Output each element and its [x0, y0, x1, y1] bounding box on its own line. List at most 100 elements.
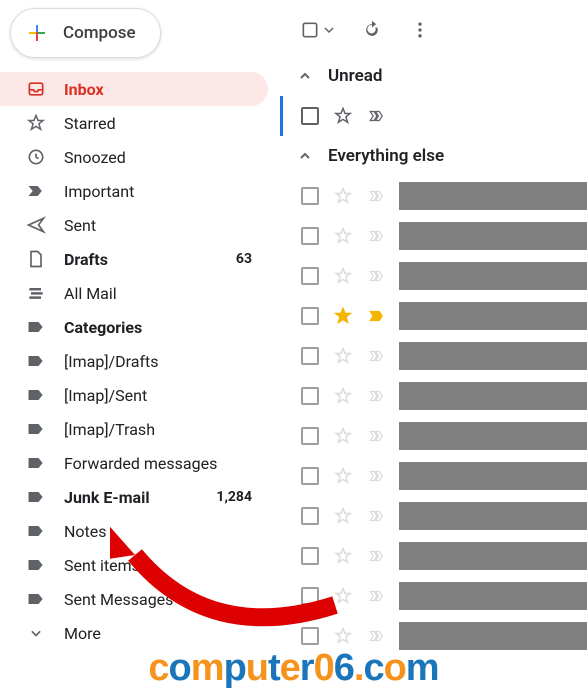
important-icon[interactable] — [367, 547, 387, 565]
star-icon[interactable] — [333, 306, 353, 326]
important-icon[interactable] — [367, 107, 387, 125]
row-checkbox[interactable] — [301, 547, 319, 565]
compose-label: Compose — [63, 23, 136, 43]
star-icon[interactable] — [333, 386, 353, 406]
mail-row[interactable] — [283, 416, 587, 456]
important-icon — [26, 181, 46, 201]
mail-row[interactable] — [283, 176, 587, 216]
mail-row[interactable] — [283, 296, 587, 336]
important-icon[interactable] — [367, 267, 387, 285]
sidebar-item-sentmsgs[interactable]: Sent Messages — [0, 582, 268, 616]
row-content — [399, 382, 587, 410]
star-icon[interactable] — [333, 626, 353, 646]
row-checkbox[interactable] — [301, 627, 319, 645]
sidebar-item-forwarded[interactable]: Forwarded messages — [0, 446, 268, 480]
refresh-button[interactable] — [362, 20, 382, 40]
row-checkbox[interactable] — [301, 387, 319, 405]
sidebar-item-label: Sent items — [64, 556, 252, 575]
label-icon — [26, 487, 46, 507]
row-checkbox[interactable] — [301, 307, 319, 325]
sidebar-item-drafts[interactable]: Drafts63 — [0, 242, 268, 276]
sidebar-item-count: 1,284 — [216, 489, 252, 505]
section-else[interactable]: Everything else — [280, 136, 587, 176]
sidebar-item-imap-drafts[interactable]: [Imap]/Drafts — [0, 344, 268, 378]
sidebar-item-label: Snoozed — [64, 148, 252, 167]
row-checkbox[interactable] — [301, 507, 319, 525]
sidebar-item-categories[interactable]: Categories — [0, 310, 268, 344]
mail-row[interactable] — [283, 96, 587, 136]
star-icon[interactable] — [333, 106, 353, 126]
sidebar-item-label: More — [64, 624, 252, 643]
sidebar-item-label: Categories — [64, 318, 252, 337]
important-icon[interactable] — [367, 627, 387, 645]
row-content — [399, 462, 587, 490]
row-checkbox[interactable] — [301, 227, 319, 245]
row-checkbox[interactable] — [301, 427, 319, 445]
row-content — [399, 262, 587, 290]
mail-row[interactable] — [283, 216, 587, 256]
star-icon[interactable] — [333, 586, 353, 606]
sidebar-item-sentitems[interactable]: Sent items — [0, 548, 268, 582]
mail-row[interactable] — [283, 256, 587, 296]
star-icon[interactable] — [333, 186, 353, 206]
important-icon[interactable] — [367, 467, 387, 485]
sidebar-item-snoozed[interactable]: Snoozed — [0, 140, 268, 174]
star-icon[interactable] — [333, 346, 353, 366]
sidebar-item-imap-sent[interactable]: [Imap]/Sent — [0, 378, 268, 412]
star-icon[interactable] — [333, 506, 353, 526]
sidebar-item-inbox[interactable]: Inbox — [0, 72, 268, 106]
important-icon[interactable] — [367, 387, 387, 405]
star-icon[interactable] — [333, 466, 353, 486]
mail-row[interactable] — [283, 496, 587, 536]
star-icon[interactable] — [333, 266, 353, 286]
row-content — [399, 502, 587, 530]
unread-rows — [280, 96, 587, 136]
mail-row[interactable] — [283, 336, 587, 376]
row-checkbox[interactable] — [301, 187, 319, 205]
important-icon[interactable] — [367, 307, 387, 325]
watermark: computer06.com — [148, 647, 438, 690]
sidebar-item-starred[interactable]: Starred — [0, 106, 268, 140]
row-checkbox[interactable] — [301, 587, 319, 605]
row-checkbox[interactable] — [301, 107, 319, 125]
mail-row[interactable] — [283, 536, 587, 576]
sidebar-item-junk[interactable]: Junk E-mail1,284 — [0, 480, 268, 514]
sidebar-item-imap-trash[interactable]: [Imap]/Trash — [0, 412, 268, 446]
star-icon[interactable] — [333, 426, 353, 446]
sidebar-item-label: Forwarded messages — [64, 454, 252, 473]
important-icon[interactable] — [367, 587, 387, 605]
row-content — [399, 422, 587, 450]
section-unread[interactable]: Unread — [280, 56, 587, 96]
row-content — [399, 102, 587, 130]
star-icon[interactable] — [333, 546, 353, 566]
important-icon[interactable] — [367, 347, 387, 365]
chevron-icon — [26, 623, 46, 643]
select-all-checkbox[interactable] — [300, 20, 334, 40]
sidebar-item-sent[interactable]: Sent — [0, 208, 268, 242]
sidebar-item-allmail[interactable]: All Mail — [0, 276, 268, 310]
important-icon[interactable] — [367, 187, 387, 205]
nav-list: InboxStarred Snoozed ImportantSentDrafts63… — [0, 72, 280, 650]
sidebar: Compose InboxStarredSnoozedImportantSent… — [0, 0, 280, 620]
send-icon — [26, 215, 46, 235]
important-icon[interactable] — [367, 507, 387, 525]
toolbar — [280, 8, 587, 56]
inbox-icon — [26, 79, 46, 99]
mail-row[interactable] — [283, 376, 587, 416]
important-icon[interactable] — [367, 427, 387, 445]
more-menu-button[interactable] — [410, 20, 430, 40]
sidebar-item-important[interactable]: Important — [0, 174, 268, 208]
sidebar-item-notes[interactable]: Notes — [0, 514, 268, 548]
row-content — [399, 222, 587, 250]
mail-row[interactable] — [283, 576, 587, 616]
star-icon[interactable] — [333, 226, 353, 246]
sidebar-item-more[interactable]: More — [0, 616, 268, 650]
row-checkbox[interactable] — [301, 347, 319, 365]
row-checkbox[interactable] — [301, 467, 319, 485]
compose-button[interactable]: Compose — [10, 8, 161, 58]
else-rows — [280, 176, 587, 656]
important-icon[interactable] — [367, 227, 387, 245]
mail-row[interactable] — [283, 456, 587, 496]
row-checkbox[interactable] — [301, 267, 319, 285]
label-icon — [26, 555, 46, 575]
